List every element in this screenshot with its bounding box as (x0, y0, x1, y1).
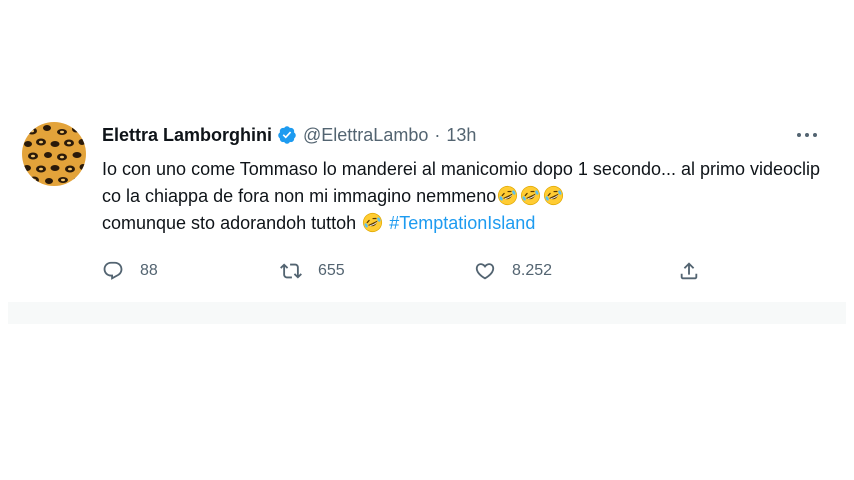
author-handle[interactable]: @ElettraLambo (303, 125, 428, 146)
tweet-text-part1: Io con uno come Tommaso lo manderei al m… (102, 159, 821, 206)
leopard-avatar-image (22, 122, 86, 186)
more-icon[interactable] (794, 124, 820, 146)
reply-button[interactable]: 88 (102, 258, 158, 284)
tweet-header: Elettra Lamborghini @ElettraLambo · 13h (102, 122, 476, 148)
tweet-actions: 88 655 8.252 (102, 258, 722, 284)
separator-dot: · (434, 124, 441, 145)
retweet-count: 655 (318, 262, 345, 279)
tweet-timestamp[interactable]: 13h (446, 125, 476, 146)
retweet-button[interactable]: 655 (280, 258, 345, 284)
avatar[interactable] (22, 122, 86, 186)
tweet-text-part2: comunque sto adorandoh tuttoh (102, 213, 357, 233)
author-name[interactable]: Elettra Lamborghini (102, 125, 272, 146)
like-count: 8.252 (512, 262, 553, 279)
share-button[interactable] (678, 258, 716, 284)
timeline-divider (8, 302, 846, 324)
verified-badge-icon (277, 125, 297, 145)
comment-icon (103, 261, 123, 280)
tweet-card[interactable]: Elettra Lamborghini @ElettraLambo · 13h … (8, 100, 846, 302)
tweet-text: Io con uno come Tommaso lo manderei al m… (102, 156, 832, 237)
laughing-emoji-icon (497, 185, 518, 206)
retweet-icon (280, 263, 302, 279)
reply-count: 88 (140, 262, 158, 279)
laughing-emoji-icon (543, 185, 564, 206)
laughing-emoji-icon (362, 212, 383, 233)
laughing-emoji-icon (520, 185, 541, 206)
hashtag-link[interactable]: #TemptationIsland (389, 213, 535, 233)
like-button[interactable]: 8.252 (474, 258, 552, 284)
share-icon (680, 262, 698, 280)
heart-icon (475, 263, 495, 280)
